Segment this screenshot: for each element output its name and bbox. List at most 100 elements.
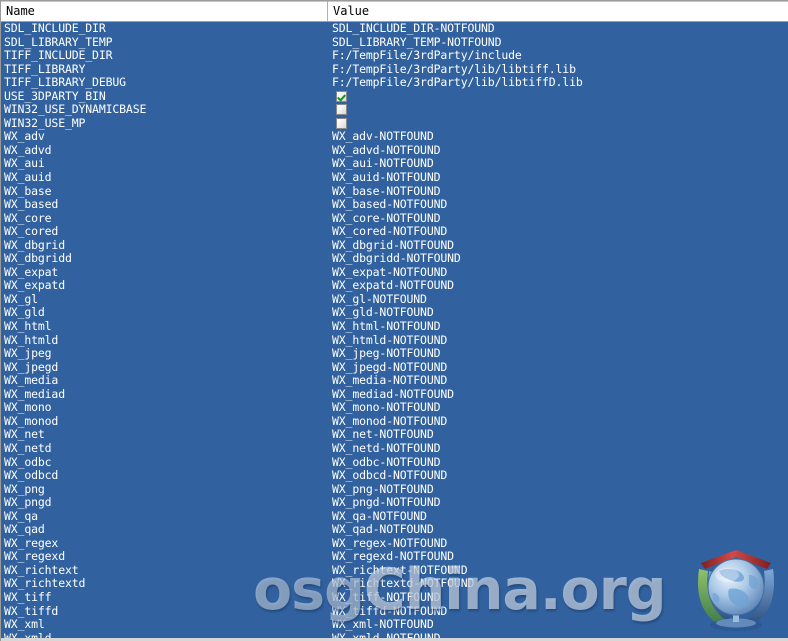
cache-entry-value[interactable]: SDL_INCLUDE_DIR-NOTFOUND [330, 22, 788, 36]
cache-entry-name[interactable]: WX_regexd [1, 550, 327, 564]
cache-entry-value[interactable]: WX_regexd-NOTFOUND [330, 550, 788, 564]
checkbox-unchecked[interactable] [336, 104, 347, 116]
cache-entry-name[interactable]: WX_gld [1, 306, 327, 320]
cache-entry-name[interactable]: WX_expat [1, 266, 327, 280]
cache-entry-name[interactable]: WX_jpegd [1, 361, 327, 375]
table-row[interactable]: WX_based WX_based-NOTFOUND [1, 198, 788, 212]
cache-entry-value[interactable]: WX_png-NOTFOUND [330, 483, 788, 497]
cache-entry-name[interactable]: WIN32_USE_MP [1, 117, 327, 131]
cache-entry-value[interactable]: WX_cored-NOTFOUND [330, 225, 788, 239]
table-row[interactable]: WX_richtext WX_richtext-NOTFOUND [1, 564, 788, 578]
table-row[interactable]: WX_gl WX_gl-NOTFOUND [1, 293, 788, 307]
cache-entry-name[interactable]: WIN32_USE_DYNAMICBASE [1, 103, 327, 117]
cache-entry-value[interactable]: WX_advd-NOTFOUND [330, 144, 788, 158]
cache-entry-value[interactable] [330, 103, 788, 117]
cache-entry-name[interactable]: USE_3DPARTY_BIN [1, 90, 327, 104]
table-row[interactable]: WX_net WX_net-NOTFOUND [1, 428, 788, 442]
cache-entry-value[interactable]: WX_mediad-NOTFOUND [330, 388, 788, 402]
cache-entry-name[interactable]: WX_htmld [1, 334, 327, 348]
cache-entry-value[interactable] [330, 117, 788, 131]
cache-entry-name[interactable]: WX_regex [1, 537, 327, 551]
table-row[interactable]: WX_richtextd WX_richtextd-NOTFOUND [1, 577, 788, 591]
cache-entry-name[interactable]: WX_gl [1, 293, 327, 307]
cache-entry-value[interactable]: WX_base-NOTFOUND [330, 185, 788, 199]
table-row[interactable]: TIFF_INCLUDE_DIR F:/TempFile/3rdParty/inc… [1, 49, 788, 63]
cache-entry-value[interactable]: WX_odbcd-NOTFOUND [330, 469, 788, 483]
table-row[interactable]: WX_html WX_html-NOTFOUND [1, 320, 788, 334]
cache-entry-name[interactable]: WX_auid [1, 171, 327, 185]
cache-entry-name[interactable]: WX_monod [1, 415, 327, 429]
grid-body[interactable]: SDL_INCLUDE_DIR SDL_INCLUDE_DIR-NOTFOUND S… [1, 22, 788, 641]
table-row[interactable]: WX_tiff WX_tiff-NOTFOUND [1, 591, 788, 605]
cache-entry-value[interactable]: WX_media-NOTFOUND [330, 374, 788, 388]
cache-entry-value[interactable]: WX_dbgridd-NOTFOUND [330, 252, 788, 266]
cache-entry-value[interactable]: WX_html-NOTFOUND [330, 320, 788, 334]
table-row[interactable]: WX_jpeg WX_jpeg-NOTFOUND [1, 347, 788, 361]
table-row[interactable]: WX_htmld WX_htmld-NOTFOUND [1, 334, 788, 348]
table-row[interactable]: WX_media WX_media-NOTFOUND [1, 374, 788, 388]
cache-entry-name[interactable]: WX_png [1, 483, 327, 497]
cache-entry-value[interactable]: WX_pngd-NOTFOUND [330, 496, 788, 510]
cache-entry-value[interactable]: WX_gl-NOTFOUND [330, 293, 788, 307]
table-row[interactable]: WX_jpegd WX_jpegd-NOTFOUND [1, 361, 788, 375]
table-row[interactable]: WX_odbc WX_odbc-NOTFOUND [1, 456, 788, 470]
checkbox-checked[interactable] [336, 90, 347, 102]
cache-entry-name[interactable]: TIFF_LIBRARY [1, 63, 327, 77]
table-row[interactable]: WX_regexd WX_regexd-NOTFOUND [1, 550, 788, 564]
cache-entry-name[interactable]: WX_core [1, 212, 327, 226]
table-row[interactable]: WX_mono WX_mono-NOTFOUND [1, 401, 788, 415]
table-row[interactable]: TIFF_LIBRARY_DEBUG F:/TempFile/3rdParty/l… [1, 76, 788, 90]
cache-entry-value[interactable]: WX_richtextd-NOTFOUND [330, 577, 788, 591]
cache-entry-value[interactable]: WX_expat-NOTFOUND [330, 266, 788, 280]
cache-entry-value[interactable]: WX_net-NOTFOUND [330, 428, 788, 442]
table-row[interactable]: WX_regex WX_regex-NOTFOUND [1, 537, 788, 551]
cache-entry-name[interactable]: WX_media [1, 374, 327, 388]
cache-entry-value[interactable]: F:/TempFile/3rdParty/lib/libtiff.lib [330, 63, 788, 77]
cache-entry-value[interactable]: SDL_LIBRARY_TEMP-NOTFOUND [330, 36, 788, 50]
table-row[interactable]: WX_mediad WX_mediad-NOTFOUND [1, 388, 788, 402]
table-row[interactable]: WX_expatd WX_expatd-NOTFOUND [1, 279, 788, 293]
cache-entry-name[interactable]: WX_mono [1, 401, 327, 415]
cache-entry-value[interactable]: WX_qa-NOTFOUND [330, 510, 788, 524]
table-row[interactable]: WX_qa WX_qa-NOTFOUND [1, 510, 788, 524]
cache-entry-name[interactable]: WX_based [1, 198, 327, 212]
cache-entry-name[interactable]: SDL_LIBRARY_TEMP [1, 36, 327, 50]
table-row[interactable]: SDL_LIBRARY_TEMP SDL_LIBRARY_TEMP-NOTFOUN… [1, 36, 788, 50]
cache-entry-name[interactable]: WX_qad [1, 523, 327, 537]
table-row[interactable]: WX_base WX_base-NOTFOUND [1, 185, 788, 199]
cache-entry-name[interactable]: WX_expatd [1, 279, 327, 293]
cache-entry-name[interactable]: WX_jpeg [1, 347, 327, 361]
table-row[interactable]: TIFF_LIBRARY F:/TempFile/3rdParty/lib/lib… [1, 63, 788, 77]
cache-entry-value[interactable]: F:/TempFile/3rdParty/lib/libtiffD.lib [330, 76, 788, 90]
cache-entry-name[interactable]: WX_adv [1, 130, 327, 144]
cache-entry-value[interactable]: WX_xml-NOTFOUND [330, 618, 788, 632]
cache-entry-name[interactable]: WX_base [1, 185, 327, 199]
cache-entry-name[interactable]: WX_mediad [1, 388, 327, 402]
table-row[interactable]: WX_cored WX_cored-NOTFOUND [1, 225, 788, 239]
checkbox-unchecked[interactable] [336, 117, 347, 129]
cache-entry-value[interactable]: WX_regex-NOTFOUND [330, 537, 788, 551]
cache-entry-value[interactable]: WX_dbgrid-NOTFOUND [330, 239, 788, 253]
cache-entry-name[interactable]: WX_pngd [1, 496, 327, 510]
cache-entry-value[interactable]: WX_netd-NOTFOUND [330, 442, 788, 456]
cache-entry-value[interactable]: WX_gld-NOTFOUND [330, 306, 788, 320]
table-row[interactable]: WX_adv WX_adv-NOTFOUND [1, 130, 788, 144]
cache-entry-value[interactable]: WX_mono-NOTFOUND [330, 401, 788, 415]
cache-entry-name[interactable]: WX_net [1, 428, 327, 442]
cache-entry-value[interactable] [330, 90, 788, 104]
cache-entry-name[interactable]: WX_aui [1, 157, 327, 171]
table-row[interactable]: WX_monod WX_monod-NOTFOUND [1, 415, 788, 429]
cache-entry-value[interactable]: WX_based-NOTFOUND [330, 198, 788, 212]
table-row[interactable]: WX_pngd WX_pngd-NOTFOUND [1, 496, 788, 510]
cache-entry-value[interactable]: WX_htmld-NOTFOUND [330, 334, 788, 348]
cache-entry-name[interactable]: TIFF_LIBRARY_DEBUG [1, 76, 327, 90]
cache-entry-name[interactable]: WX_html [1, 320, 327, 334]
cache-entry-name[interactable]: WX_dbgrid [1, 239, 327, 253]
table-row[interactable]: WIN32_USE_DYNAMICBASE [1, 103, 788, 117]
cache-entry-value[interactable]: WX_core-NOTFOUND [330, 212, 788, 226]
cache-entry-value[interactable]: WX_jpeg-NOTFOUND [330, 347, 788, 361]
cache-entry-name[interactable]: WX_tiff [1, 591, 327, 605]
cache-entry-value[interactable]: WX_adv-NOTFOUND [330, 130, 788, 144]
cache-entry-name[interactable]: WX_odbc [1, 456, 327, 470]
cache-entry-name[interactable]: WX_netd [1, 442, 327, 456]
